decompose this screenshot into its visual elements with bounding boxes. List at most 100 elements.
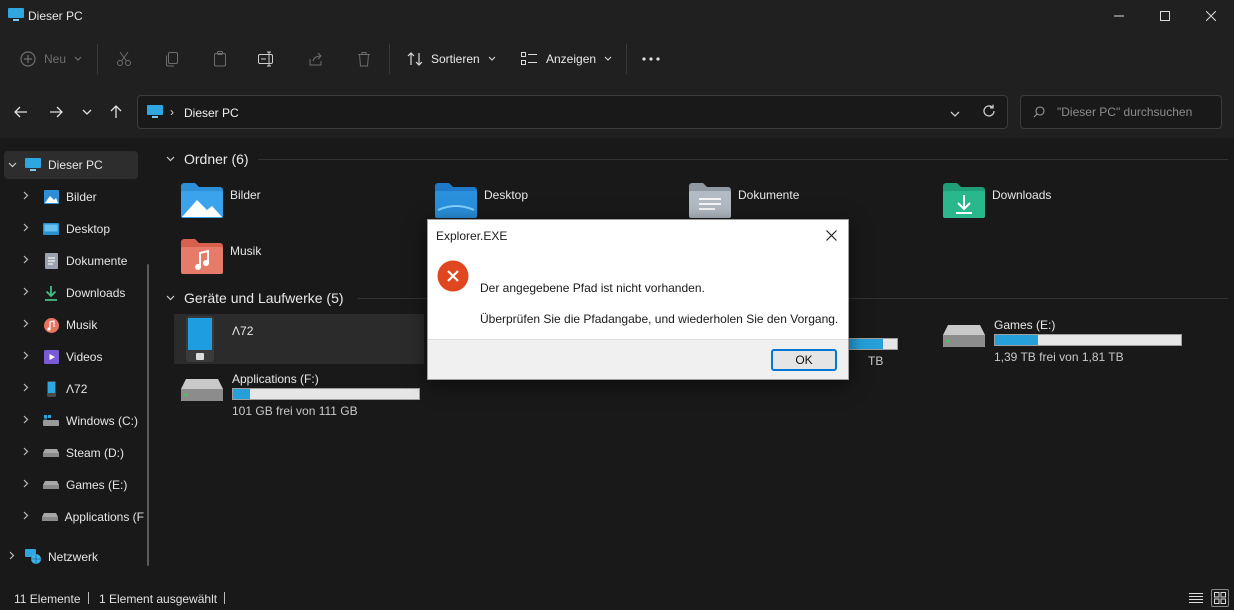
tiles-view-button[interactable]	[1211, 589, 1229, 607]
chevron-down-icon[interactable]	[4, 160, 20, 171]
sidebar-item-dokumente[interactable]: Dokumente	[18, 247, 138, 275]
chevron-right-icon[interactable]	[18, 479, 34, 491]
chevron-right-icon[interactable]	[18, 191, 34, 203]
sidebar-item-label: Netzwerk	[48, 550, 99, 564]
drive-free-space: TB	[868, 354, 884, 368]
device-item-applications-f[interactable]: Applications (F:) 101 GB frei von 111 GB	[176, 368, 426, 420]
close-icon	[825, 229, 837, 241]
status-separator	[88, 592, 89, 604]
title-bar: Dieser PC	[0, 0, 1234, 32]
folder-label: Desktop	[484, 188, 529, 202]
address-bar[interactable]: › Dieser PC	[137, 95, 1008, 129]
sidebar-item-label: Downloads	[66, 286, 126, 300]
sidebar-item-phone[interactable]: Λ72	[18, 375, 138, 403]
back-button[interactable]	[9, 100, 33, 124]
share-icon	[309, 52, 322, 66]
folder-item-desktop[interactable]: Desktop	[434, 180, 528, 224]
rename-button[interactable]	[258, 44, 276, 74]
sidebar-item-label: Steam (D:)	[66, 446, 125, 460]
maximize-icon	[1160, 11, 1170, 21]
device-item-phone[interactable]: Λ72	[174, 314, 424, 364]
chevron-right-icon[interactable]	[18, 319, 34, 331]
sidebar-item-windows-c[interactable]: Windows (C:)	[18, 407, 144, 435]
sidebar-item-videos[interactable]: Videos	[18, 343, 138, 371]
close-button[interactable]	[1188, 0, 1234, 32]
breadcrumb-item[interactable]: Dieser PC	[184, 106, 239, 120]
dialog-detail: Überprüfen Sie die Pfadangabe, und wiede…	[480, 312, 839, 326]
maximize-button[interactable]	[1142, 0, 1188, 32]
arrow-up-icon	[110, 105, 122, 118]
forward-button[interactable]	[44, 100, 68, 124]
chevron-right-icon[interactable]	[18, 351, 34, 363]
folder-item-musik[interactable]: Musik	[180, 236, 261, 280]
sidebar-item-steam-d[interactable]: Steam (D:)	[18, 439, 144, 467]
group-header-folders[interactable]: Ordner (6)	[166, 151, 249, 167]
sort-button[interactable]: Sortieren	[407, 44, 496, 74]
ok-button[interactable]: OK	[771, 349, 837, 371]
sidebar-item-label: Videos	[66, 350, 103, 364]
dialog-footer: OK	[428, 339, 848, 379]
view-label: Anzeigen	[546, 52, 597, 66]
paste-button[interactable]	[212, 44, 228, 74]
share-button[interactable]	[308, 44, 324, 74]
sidebar-item-label: Bilder	[66, 190, 97, 204]
folder-item-downloads[interactable]: Downloads	[942, 180, 1051, 224]
chevron-right-icon[interactable]	[18, 223, 34, 235]
view-button[interactable]: Anzeigen	[521, 44, 612, 74]
device-label: Applications (F:)	[232, 372, 319, 386]
chevron-right-icon[interactable]	[18, 255, 34, 267]
folder-item-bilder[interactable]: Bilder	[180, 180, 261, 224]
cut-button[interactable]	[116, 44, 132, 74]
sidebar-item-downloads[interactable]: Downloads	[18, 279, 138, 307]
up-button[interactable]	[104, 100, 128, 124]
item-count: 11 Elemente	[14, 592, 81, 606]
drive-icon	[181, 379, 223, 401]
sidebar-item-desktop[interactable]: Desktop	[18, 215, 138, 243]
chevron-right-icon[interactable]	[18, 287, 34, 299]
folder-item-dokumente[interactable]: Dokumente	[688, 180, 799, 224]
sidebar-item-games-e[interactable]: Games (E:)	[18, 471, 144, 499]
drive-usage-bar	[232, 388, 420, 400]
address-dropdown-button[interactable]	[950, 106, 960, 120]
folder-label: Musik	[230, 244, 262, 258]
search-box[interactable]	[1020, 95, 1222, 129]
monitor-icon	[24, 157, 42, 173]
sidebar-item-bilder[interactable]: Bilder	[18, 183, 138, 211]
group-header-devices[interactable]: Geräte und Laufwerke (5)	[166, 290, 344, 306]
desktop-folder-icon	[435, 183, 477, 218]
chevron-down-icon	[82, 109, 92, 115]
delete-button[interactable]	[356, 44, 372, 74]
window-title: Dieser PC	[28, 9, 83, 23]
new-label: Neu	[44, 52, 67, 66]
chevron-right-icon[interactable]	[18, 511, 33, 523]
sidebar-item-label: Dokumente	[66, 254, 128, 268]
refresh-icon	[983, 104, 995, 117]
minimize-button[interactable]	[1096, 0, 1142, 32]
details-view-button[interactable]	[1187, 589, 1205, 607]
minimize-icon	[1114, 15, 1124, 17]
chevron-right-icon[interactable]	[18, 447, 34, 459]
sidebar-item-netzwerk[interactable]: Netzwerk	[4, 543, 138, 571]
close-icon	[1206, 11, 1216, 21]
sidebar-item-applications-f[interactable]: Applications (F	[18, 503, 144, 531]
sort-label: Sortieren	[431, 52, 480, 66]
sidebar-item-musik[interactable]: Musik	[18, 311, 138, 339]
music-icon	[42, 317, 60, 333]
navigation-scrollbar[interactable]	[147, 264, 149, 566]
refresh-button[interactable]	[982, 104, 996, 121]
chevron-down-icon	[950, 111, 960, 117]
chevron-right-icon[interactable]	[4, 551, 20, 563]
videos-icon	[42, 349, 60, 365]
more-button[interactable]	[642, 44, 660, 74]
search-input[interactable]	[1057, 103, 1215, 121]
dialog-close-button[interactable]	[820, 224, 842, 246]
chevron-right-icon[interactable]	[18, 383, 34, 395]
sidebar-item-dieser-pc[interactable]: Dieser PC	[4, 151, 138, 179]
new-button[interactable]: Neu	[20, 44, 82, 74]
copy-button[interactable]	[164, 44, 180, 74]
chevron-right-icon[interactable]	[18, 415, 34, 427]
dialog-title: Explorer.EXE	[436, 229, 508, 243]
device-item-games-e[interactable]: Games (E:) 1,39 TB frei von 1,81 TB	[938, 314, 1198, 366]
recent-locations-button[interactable]	[75, 100, 99, 124]
sidebar-item-label: Games (E:)	[66, 478, 128, 492]
